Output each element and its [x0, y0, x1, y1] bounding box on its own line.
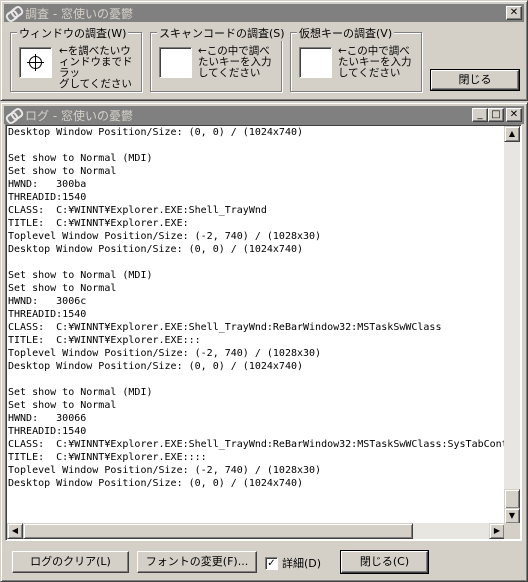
log-titlebar[interactable]: ログ - 窓使いの憂鬱 _ □ ✕: [4, 106, 524, 126]
virtualkey-input[interactable]: [299, 47, 332, 78]
window-investigate-group: ウィンドウの調査(W) ←を調べたいウ ィンドウまでドラッ グしてください: [10, 25, 142, 92]
virtualkey-investigate-description: ←この中で調べ たいキーを入力 してください: [338, 45, 412, 79]
log-line: Desktop Window Position/Size: (0, 0) / (…: [8, 127, 304, 138]
log-line: Toplevel Window Position/Size: (-2, 740)…: [8, 465, 322, 476]
log-line: HWND: 30066: [8, 413, 87, 424]
scancode-investigate-group: スキャンコードの調査(S) ←この中で調べ たいキーを入力 してください: [150, 25, 287, 92]
log-line: Set show to Normal: [8, 166, 117, 177]
virtualkey-investigate-legend: 仮想キーの調査(V): [297, 25, 395, 41]
maximize-icon[interactable]: □: [488, 108, 504, 122]
minimize-icon[interactable]: _: [472, 108, 488, 122]
horizontal-scrollbar[interactable]: ◀ ▶: [7, 523, 505, 539]
detail-checkbox-group[interactable]: ✓ 詳細(D): [265, 555, 321, 571]
log-line: Toplevel Window Position/Size: (-2, 740)…: [8, 231, 322, 242]
log-line: Set show to Normal: [8, 283, 117, 294]
change-font-button[interactable]: フォントの変更(F)...: [137, 551, 257, 573]
log-line: HWND: 300ba: [8, 179, 87, 190]
log-line: TITLE: C:¥WINNT¥Explorer.EXE::::: [8, 452, 207, 463]
scancode-investigate-description: ←この中で調べ たいキーを入力 してください: [198, 45, 272, 79]
window-finder-target[interactable]: [19, 47, 52, 78]
investigate-titlebar[interactable]: 調査 - 窓使いの憂鬱 ✕: [4, 4, 524, 24]
log-line: Set show to Normal: [8, 400, 117, 411]
log-line: Set show to Normal (MDI): [8, 387, 153, 398]
chain-link-icon: [4, 4, 25, 24]
log-title: ログ - 窓使いの憂鬱: [25, 108, 133, 123]
log-line: Set show to Normal (MDI): [8, 270, 153, 281]
scroll-up-icon[interactable]: ▲: [504, 126, 520, 142]
log-line: TITLE: C:¥WINNT¥Explorer.EXE:: [8, 218, 189, 229]
log-close-button[interactable]: 閉じる(C): [340, 550, 429, 574]
clear-log-button[interactable]: ログのクリア(L): [12, 551, 129, 573]
close-icon[interactable]: ✕: [506, 108, 522, 122]
log-line: TITLE: C:¥WINNT¥Explorer.EXE:::: [8, 335, 201, 346]
log-textarea[interactable]: Desktop Window Position/Size: (0, 0) / (…: [5, 124, 522, 541]
log-line: Toplevel Window Position/Size: (-2, 740)…: [8, 348, 322, 359]
log-line: CLASS: C:¥WINNT¥Explorer.EXE:Shell_TrayW…: [8, 322, 442, 333]
scancode-investigate-legend: スキャンコードの調査(S): [157, 25, 287, 41]
virtualkey-investigate-group: 仮想キーの調査(V) ←この中で調べ たいキーを入力 してください: [290, 25, 422, 92]
crosshair-icon[interactable]: [27, 54, 44, 71]
detail-checkbox[interactable]: ✓: [265, 556, 278, 570]
investigate-close-button[interactable]: 閉じる: [430, 69, 520, 91]
investigate-title: 調査 - 窓使いの憂鬱: [25, 6, 133, 21]
vertical-scrollbar[interactable]: ▲ ▼: [504, 126, 520, 524]
scroll-down-icon[interactable]: ▼: [504, 508, 520, 524]
log-line: CLASS: C:¥WINNT¥Explorer.EXE:Shell_TrayW…: [8, 439, 505, 450]
chain-link-icon: [4, 106, 25, 126]
log-text: Desktop Window Position/Size: (0, 0) / (…: [8, 126, 505, 525]
investigate-window: 調査 - 窓使いの憂鬱 ✕ ウィンドウの調査(W) ←を調べたいウ ィンドウまで…: [0, 0, 528, 101]
log-line: THREADID:1540: [8, 309, 87, 320]
log-line: THREADID:1540: [8, 426, 87, 437]
scroll-right-icon[interactable]: ▶: [489, 523, 505, 539]
scroll-left-icon[interactable]: ◀: [7, 523, 23, 539]
vertical-scroll-thumb[interactable]: [504, 489, 520, 509]
log-line: HWND: 3006c: [8, 296, 87, 307]
scrollbar-corner: [504, 523, 520, 539]
detail-checkbox-label[interactable]: 詳細(D): [282, 555, 321, 571]
close-icon[interactable]: ✕: [506, 6, 522, 20]
window-investigate-description: ←を調べたいウ ィンドウまでドラッ グしてください: [59, 45, 133, 90]
log-line: Desktop Window Position/Size: (0, 0) / (…: [8, 244, 304, 255]
log-line: THREADID:1540: [8, 192, 87, 203]
log-line: Set show to Normal (MDI): [8, 153, 153, 164]
log-line: CLASS: C:¥WINNT¥Explorer.EXE:Shell_TrayW…: [8, 205, 267, 216]
horizontal-scroll-thumb[interactable]: [23, 523, 413, 539]
log-line: Desktop Window Position/Size: (0, 0) / (…: [8, 361, 304, 372]
scancode-input[interactable]: [159, 47, 192, 78]
log-line: Desktop Window Position/Size: (0, 0) / (…: [8, 478, 304, 489]
window-investigate-legend: ウィンドウの調査(W): [17, 25, 129, 41]
